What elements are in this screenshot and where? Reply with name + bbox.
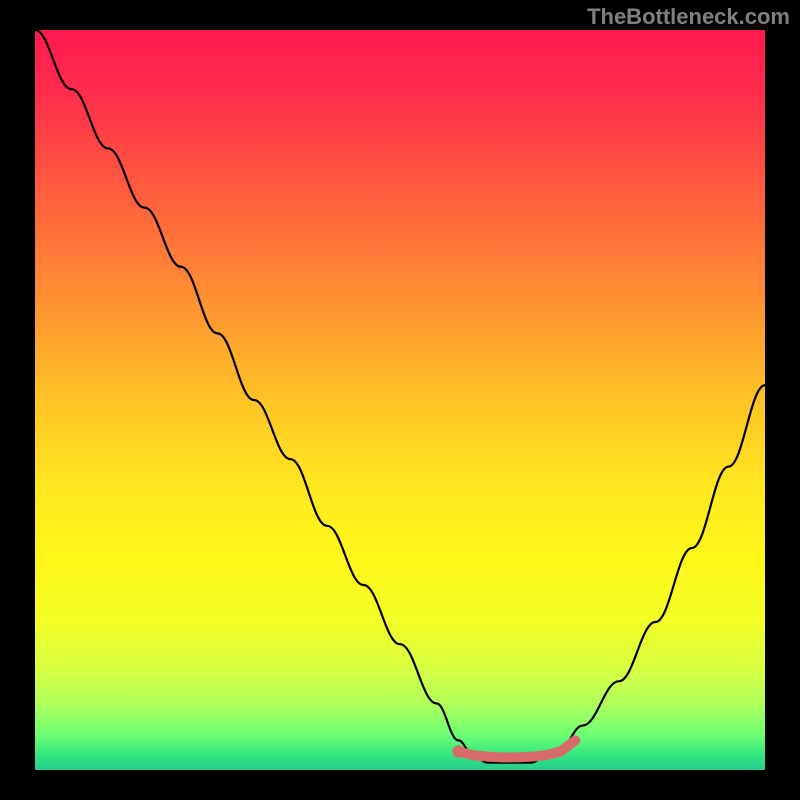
optimal-marker-dot	[452, 746, 464, 758]
watermark-text: TheBottleneck.com	[587, 4, 790, 30]
plot-area	[35, 30, 765, 770]
chart-container: TheBottleneck.com	[0, 0, 800, 800]
optimal-marker-line	[458, 740, 575, 757]
curve-overlay	[35, 30, 765, 770]
bottleneck-curve-line	[35, 30, 765, 763]
